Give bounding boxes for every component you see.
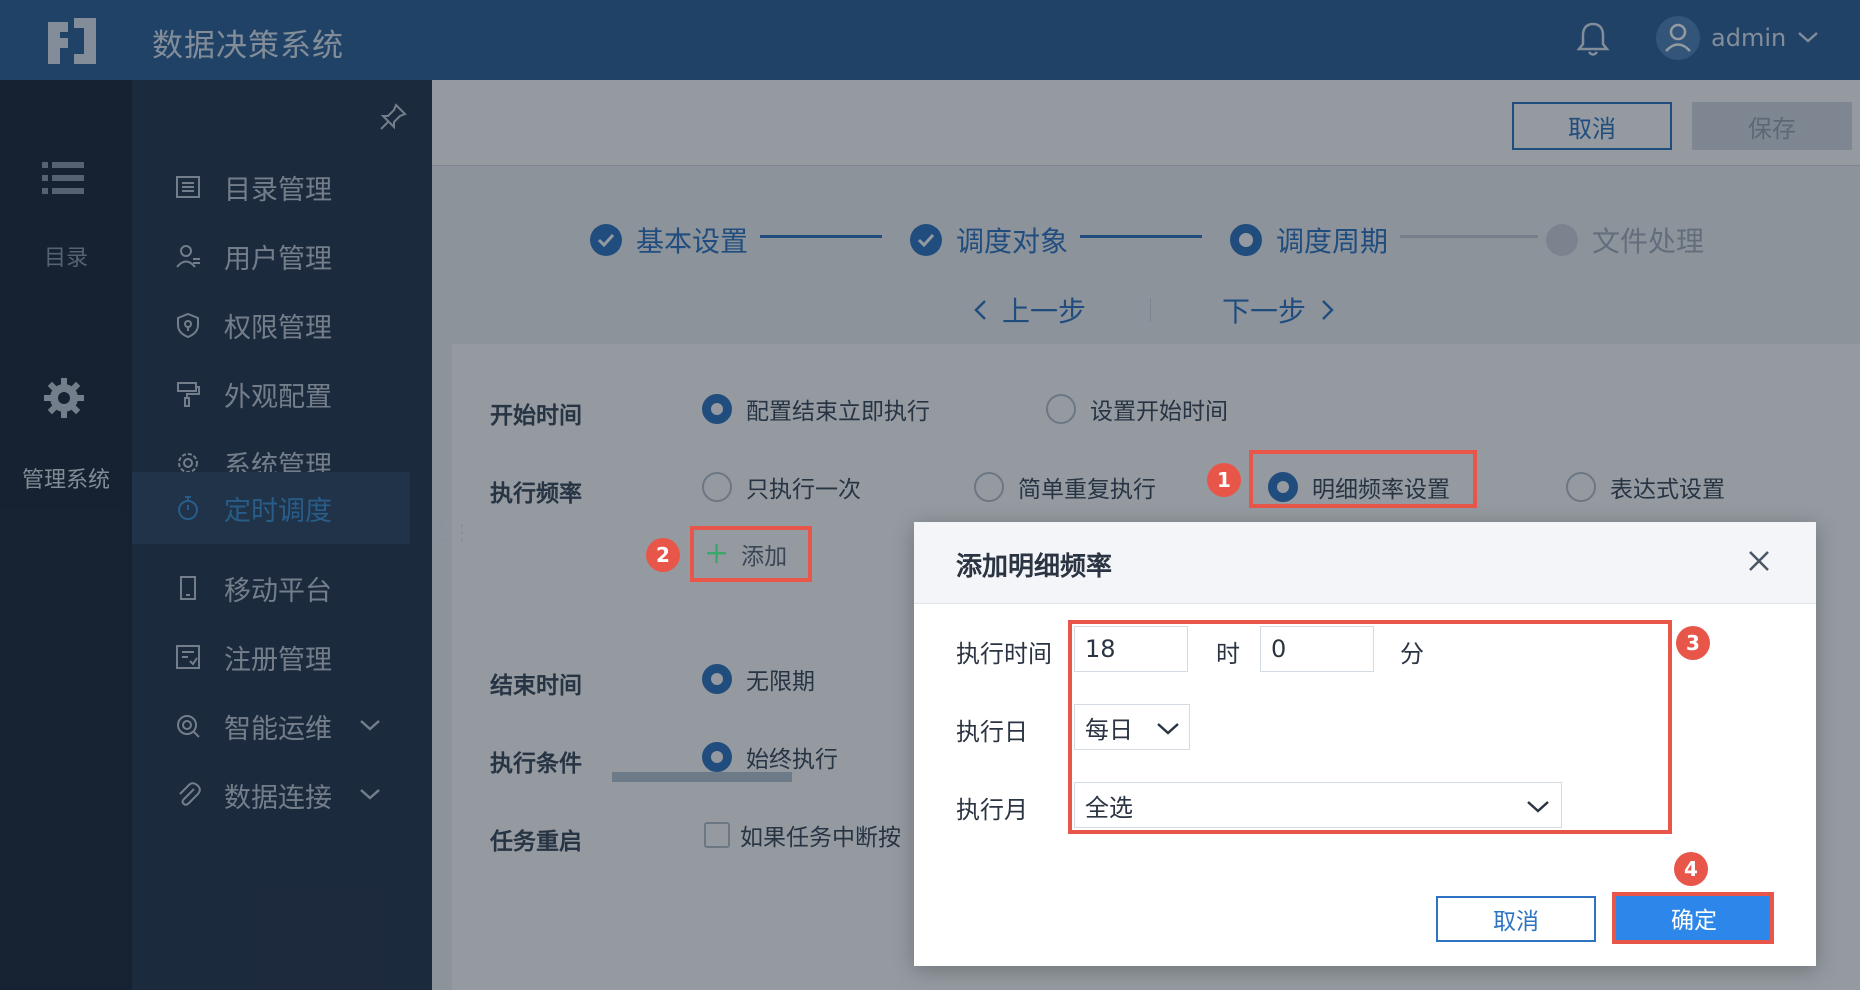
- drag-handle-icon[interactable]: ⋮⋮: [432, 520, 472, 550]
- step-badge-4: 4: [1674, 852, 1708, 886]
- highlight-box-4: [1612, 892, 1774, 944]
- step-badge-3: 3: [1676, 626, 1710, 660]
- highlight-box-1: [1249, 450, 1477, 508]
- dialog-header: 添加明细频率: [914, 522, 1816, 604]
- exec-month-label: 执行月: [956, 796, 1028, 824]
- close-icon[interactable]: [1742, 544, 1776, 578]
- exec-time-label: 执行时间: [956, 640, 1052, 668]
- step-badge-2: 2: [646, 538, 680, 572]
- dialog-cancel-button[interactable]: 取消: [1436, 896, 1596, 942]
- highlight-box-2: [690, 526, 812, 582]
- exec-day-label: 执行日: [956, 718, 1028, 746]
- highlight-box-3: [1068, 620, 1672, 834]
- step-badge-1: 1: [1207, 463, 1241, 497]
- dialog-title: 添加明细频率: [956, 552, 1113, 582]
